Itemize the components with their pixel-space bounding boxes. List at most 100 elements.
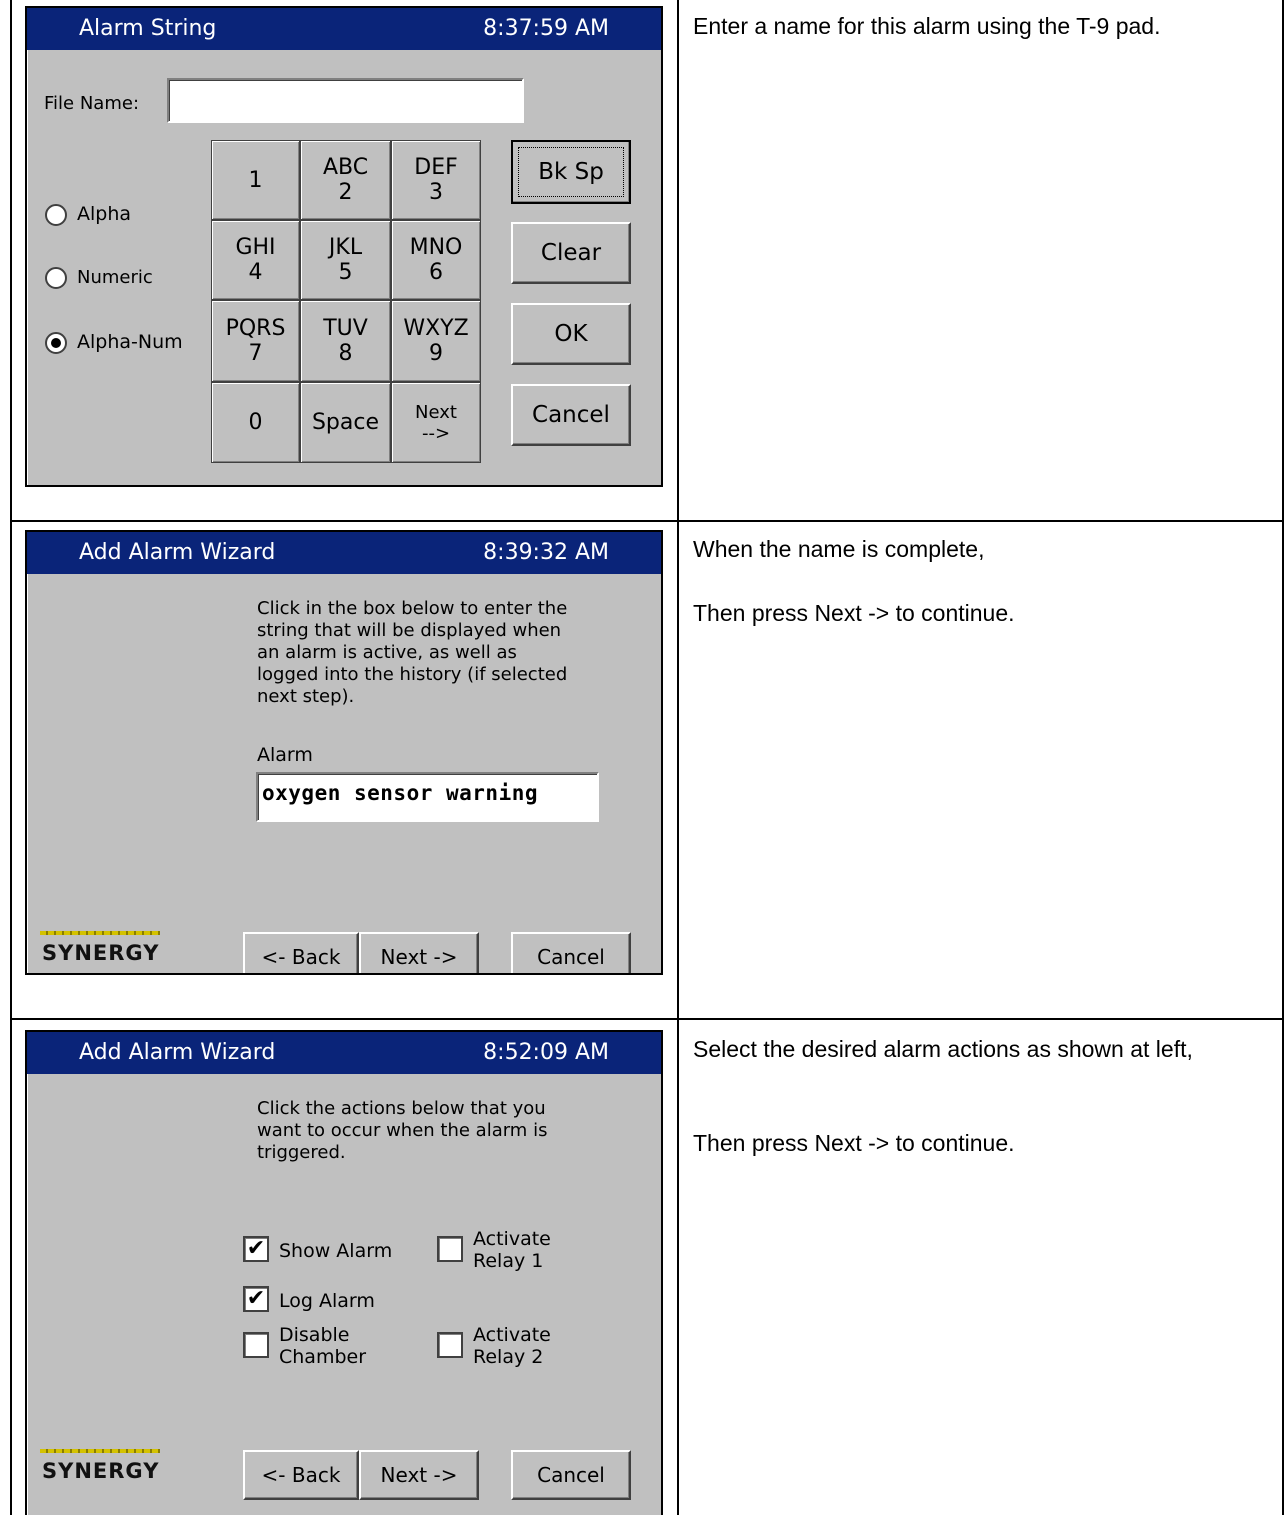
key-letters: MNO	[409, 235, 463, 260]
log-alarm-checkbox[interactable]: ✔	[243, 1286, 269, 1312]
backspace-button[interactable]: Bk Sp	[511, 140, 631, 204]
key-letters: DEF	[414, 155, 458, 180]
activate-relay-1-label: Activate Relay 1	[473, 1228, 551, 1272]
cancel-button-label: Cancel	[537, 945, 605, 969]
key-digit: 2	[338, 180, 353, 205]
key-letters: TUV	[323, 316, 368, 341]
table-row-divider	[10, 520, 1284, 522]
key-letters: ABC	[322, 155, 369, 180]
activate-relay-1-checkbox[interactable]	[437, 1236, 463, 1262]
key-letters: JKL	[328, 235, 363, 260]
key-digit: 0	[248, 410, 263, 435]
cancel-button-label: Cancel	[537, 1463, 605, 1487]
add-alarm-wizard-window-2: Add Alarm Wizard 8:52:09 AM Click the ac…	[25, 1030, 663, 1515]
cancel-button[interactable]: Cancel	[511, 1450, 631, 1500]
key-digit: 5	[338, 260, 353, 285]
arrow-icon: -->	[421, 422, 451, 444]
back-button[interactable]: <- Back	[243, 932, 359, 973]
key-9[interactable]: WXYZ 9	[391, 300, 481, 382]
activate-relay-2-label: Activate Relay 2	[473, 1324, 551, 1368]
next-button-label: Next ->	[380, 945, 458, 969]
window-title: Alarm String	[79, 16, 217, 41]
clock: 8:37:59 AM	[483, 16, 609, 41]
check-mark-icon: ✔	[246, 1286, 266, 1311]
key-digit: 3	[429, 180, 443, 205]
disable-chamber-checkbox[interactable]	[243, 1332, 269, 1358]
clear-button[interactable]: Clear	[511, 222, 631, 284]
synergy-logo: SYNERGY	[40, 1445, 165, 1493]
check-mark-icon: ✔	[246, 1236, 266, 1261]
radio-alpha-num[interactable]	[45, 332, 67, 354]
key-digit: 1	[248, 167, 263, 193]
title-bar: Add Alarm Wizard 8:52:09 AM	[27, 1032, 661, 1074]
title-bar: Alarm String 8:37:59 AM	[27, 8, 661, 50]
clock: 8:39:32 AM	[483, 540, 609, 565]
key-digit: 6	[429, 260, 443, 285]
key-digit: 9	[429, 341, 443, 366]
radio-alpha-num-label: Alpha-Num	[77, 331, 183, 353]
synergy-logo: SYNERGY	[40, 927, 165, 973]
back-button-label: <- Back	[261, 1463, 341, 1487]
clock: 8:52:09 AM	[483, 1040, 609, 1065]
logo-stripe	[40, 931, 160, 935]
key-2[interactable]: ABC 2	[300, 140, 391, 220]
title-bar: Add Alarm Wizard 8:39:32 AM	[27, 532, 661, 574]
row1-description: Enter a name for this alarm using the T-…	[693, 13, 1161, 39]
instructions: Click the actions below that you want to…	[257, 1098, 548, 1163]
instructions: Click in the box below to enter the stri…	[257, 598, 568, 707]
key-space[interactable]: Space	[300, 382, 391, 463]
key-4[interactable]: GHI 4	[211, 220, 300, 300]
activate-relay-2-checkbox[interactable]	[437, 1332, 463, 1358]
alarm-string-value: oxygen sensor warning	[262, 781, 539, 805]
cancel-button[interactable]: Cancel	[511, 932, 631, 973]
disable-chamber-label: Disable Chamber	[279, 1324, 367, 1368]
radio-dot-icon	[51, 338, 61, 348]
key-5[interactable]: JKL 5	[300, 220, 391, 300]
back-button-label: <- Back	[261, 945, 341, 969]
cancel-button[interactable]: Cancel	[511, 384, 631, 446]
alarm-string-input[interactable]: oxygen sensor warning	[256, 772, 599, 822]
key-3[interactable]: DEF 3	[391, 140, 481, 220]
row2-description-1: When the name is complete,	[693, 536, 985, 562]
alarm-label: Alarm	[257, 744, 313, 766]
key-digit: 4	[248, 260, 263, 285]
logo-text: SYNERGY	[42, 1459, 160, 1483]
table-row-divider	[10, 1018, 1284, 1020]
next-button[interactable]: Next ->	[359, 1450, 479, 1500]
back-button[interactable]: <- Back	[243, 1450, 359, 1500]
file-name-label: File Name:	[44, 93, 140, 114]
key-label: Space	[311, 410, 380, 435]
row2-description-2: Then press Next -> to continue.	[693, 600, 1015, 626]
logo-text: SYNERGY	[42, 941, 160, 965]
row3-description-2: Then press Next -> to continue.	[693, 1130, 1015, 1156]
radio-numeric[interactable]	[45, 267, 67, 289]
key-letters: WXYZ	[403, 316, 469, 341]
ok-button[interactable]: OK	[511, 303, 631, 365]
key-next[interactable]: Next -->	[391, 382, 481, 463]
show-alarm-checkbox[interactable]: ✔	[243, 1236, 269, 1262]
radio-alpha[interactable]	[45, 204, 67, 226]
alarm-string-window: Alarm String 8:37:59 AM File Name: Alpha…	[25, 6, 663, 487]
key-letters: PQRS	[225, 316, 286, 341]
key-0[interactable]: 0	[211, 382, 300, 463]
logo-stripe	[40, 1449, 160, 1453]
window-title: Add Alarm Wizard	[79, 1040, 276, 1065]
key-label: Next	[415, 401, 457, 423]
window-title: Add Alarm Wizard	[79, 540, 276, 565]
key-7[interactable]: PQRS 7	[211, 300, 300, 382]
show-alarm-label: Show Alarm	[279, 1240, 393, 1262]
key-1[interactable]: 1	[211, 140, 300, 220]
key-letters: GHI	[235, 235, 276, 260]
table-border-left	[10, 0, 12, 1515]
table-border-right	[1282, 0, 1284, 1515]
key-digit: 7	[248, 341, 263, 366]
key-6[interactable]: MNO 6	[391, 220, 481, 300]
next-button[interactable]: Next ->	[359, 932, 479, 973]
file-name-input[interactable]	[167, 78, 524, 123]
add-alarm-wizard-window-1: Add Alarm Wizard 8:39:32 AM Click in the…	[25, 530, 663, 975]
key-digit: 8	[338, 341, 353, 366]
next-button-label: Next ->	[380, 1463, 458, 1487]
table-border-mid	[677, 0, 679, 1515]
log-alarm-label: Log Alarm	[279, 1290, 375, 1312]
key-8[interactable]: TUV 8	[300, 300, 391, 382]
